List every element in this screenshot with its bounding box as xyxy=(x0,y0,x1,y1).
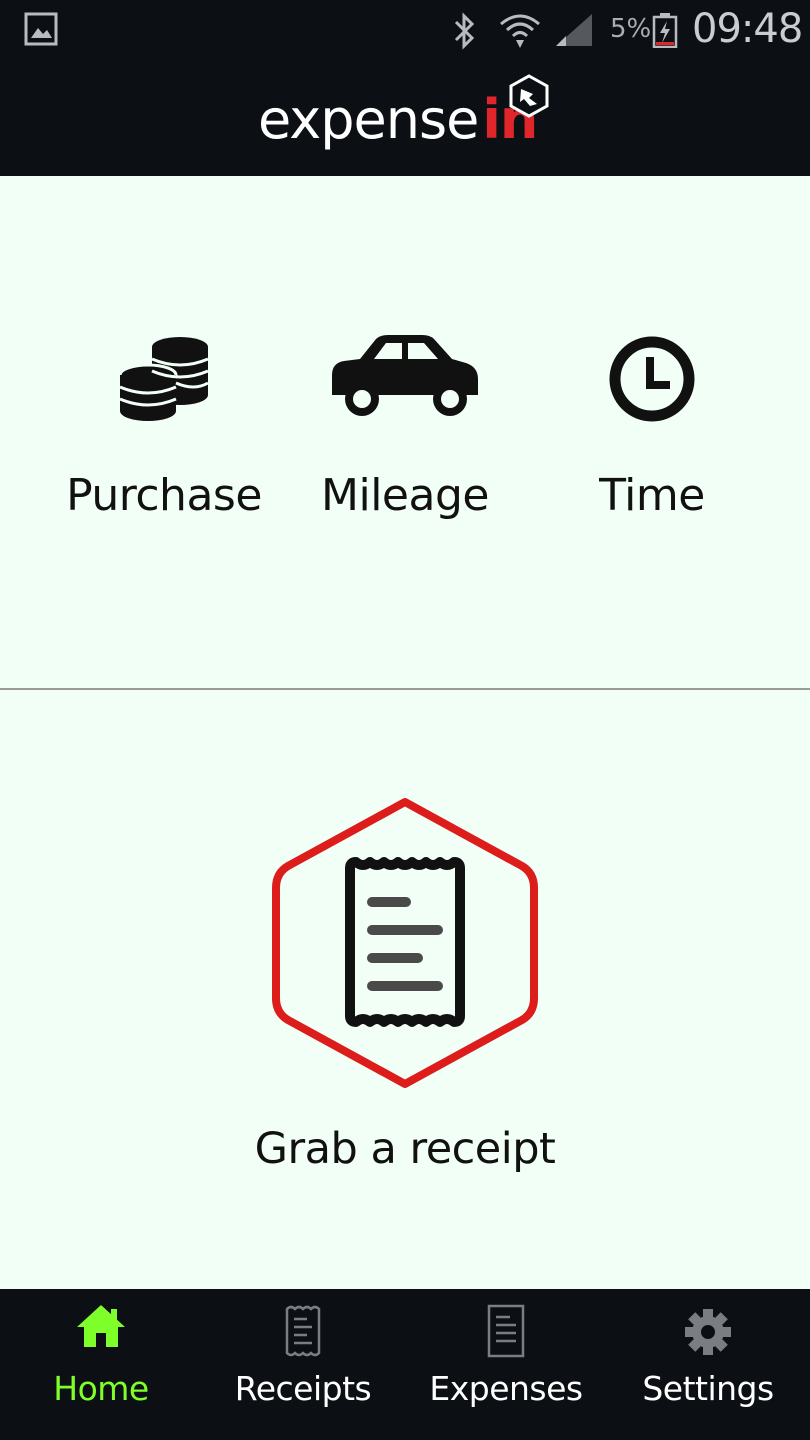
app-logo: expensein xyxy=(258,88,538,151)
nav-receipts-label: Receipts xyxy=(234,1369,372,1408)
coins-icon xyxy=(118,337,209,421)
grab-receipt-button[interactable] xyxy=(270,796,540,1090)
nav-home[interactable]: Home xyxy=(0,1289,202,1440)
time-label: Time xyxy=(599,470,705,521)
nav-receipts[interactable]: Receipts xyxy=(202,1289,404,1440)
receipt-icon xyxy=(345,857,465,1027)
clock-icon xyxy=(609,336,695,422)
logo-text-expense: expense xyxy=(258,88,479,151)
status-bar: 5% 09:48 xyxy=(0,0,810,62)
app-header: expensein xyxy=(0,62,810,176)
bluetooth-icon xyxy=(454,12,475,50)
time-action[interactable]: Time xyxy=(552,325,752,535)
battery-charging-icon xyxy=(652,13,678,48)
section-divider xyxy=(0,688,810,690)
grab-receipt-label[interactable]: Grab a receipt xyxy=(0,1124,810,1174)
purchase-label: Purchase xyxy=(66,470,262,521)
signal-icon xyxy=(556,14,592,46)
battery-percent: 5% xyxy=(610,14,652,44)
clock-time: 09:48 xyxy=(692,6,803,52)
nav-home-label: Home xyxy=(53,1369,149,1408)
mileage-label: Mileage xyxy=(321,470,489,521)
nav-expenses[interactable]: Expenses xyxy=(405,1289,607,1440)
gallery-icon xyxy=(24,12,58,46)
wifi-icon xyxy=(500,14,540,48)
nav-settings[interactable]: Settings xyxy=(607,1289,809,1440)
nav-expenses-label: Expenses xyxy=(429,1369,583,1408)
bottom-navigation: Home Receipts Expenses Settings xyxy=(0,1289,810,1440)
document-icon xyxy=(487,1304,525,1358)
car-icon xyxy=(332,335,478,416)
home-icon xyxy=(77,1305,125,1347)
receipt-icon xyxy=(285,1305,321,1357)
mileage-action[interactable]: Mileage xyxy=(305,325,505,535)
gear-icon xyxy=(685,1309,731,1355)
nav-settings-label: Settings xyxy=(642,1369,774,1408)
logo-arrow-badge-icon xyxy=(509,74,549,118)
purchase-action[interactable]: Purchase xyxy=(64,325,264,535)
